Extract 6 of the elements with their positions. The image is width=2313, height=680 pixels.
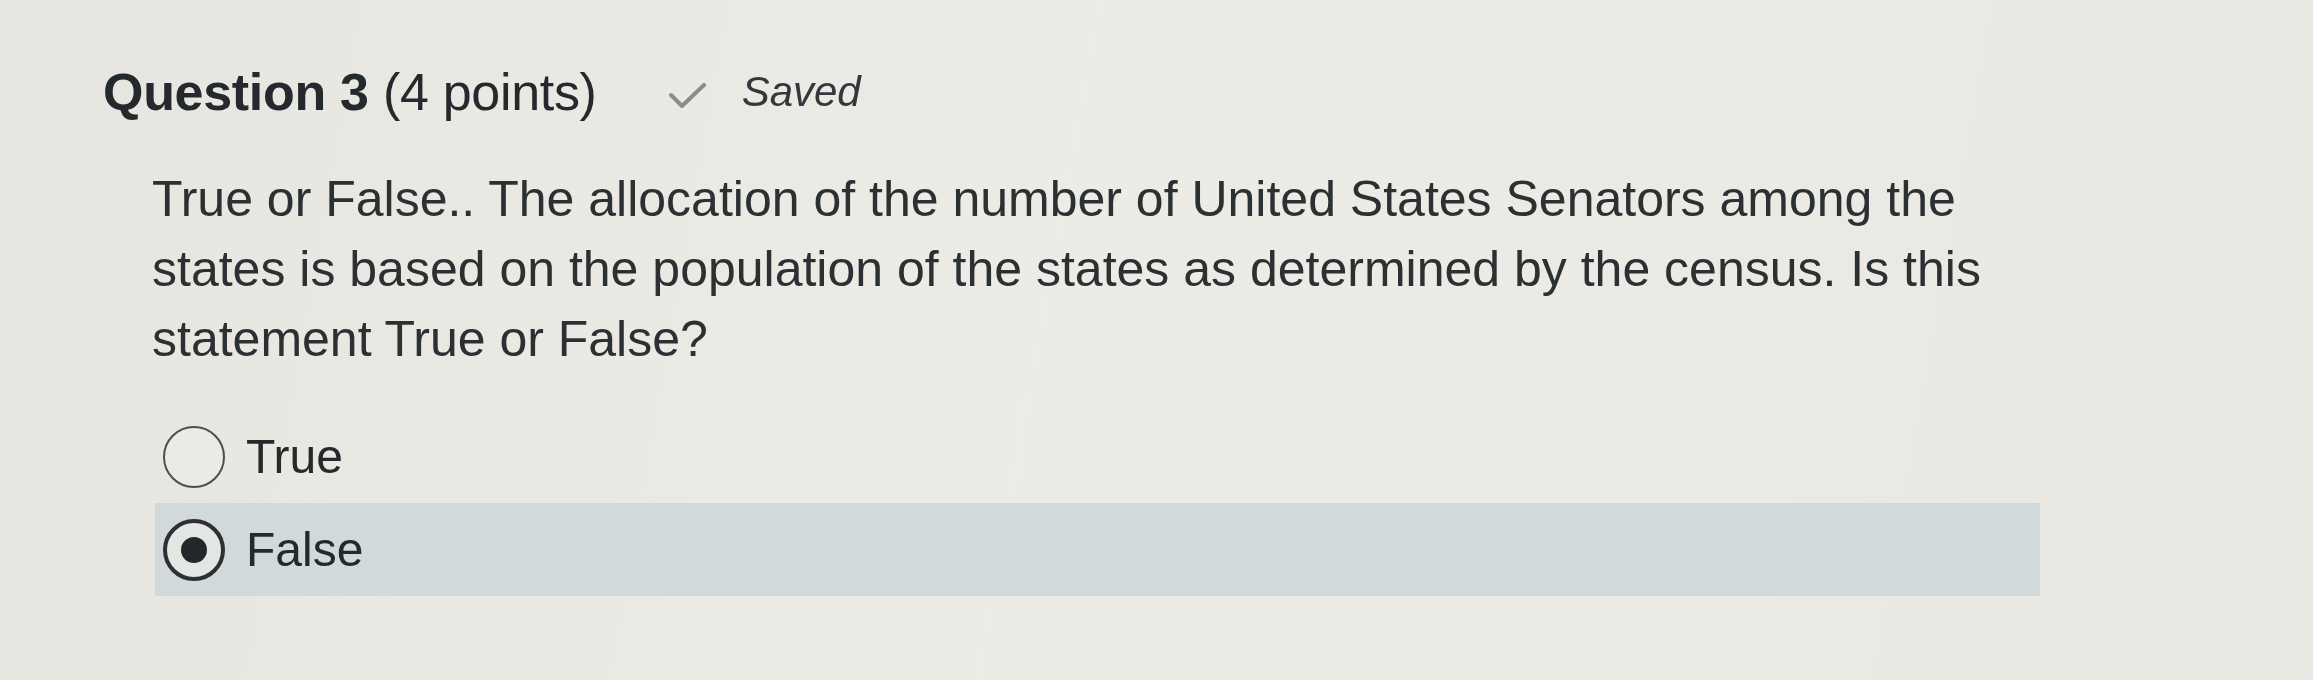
answer-label[interactable]: True [246, 426, 343, 487]
answer-label[interactable]: False [246, 519, 364, 580]
saved-status: Saved [741, 67, 861, 117]
question-text: True or False.. The allocation of the number of United States Senators among the states is based on the population of the states as determined by the census. Is this statement True or False? [152, 170, 1982, 369]
question-title: Question 3 (4 points) [103, 64, 597, 120]
checkmark-icon [668, 82, 706, 108]
